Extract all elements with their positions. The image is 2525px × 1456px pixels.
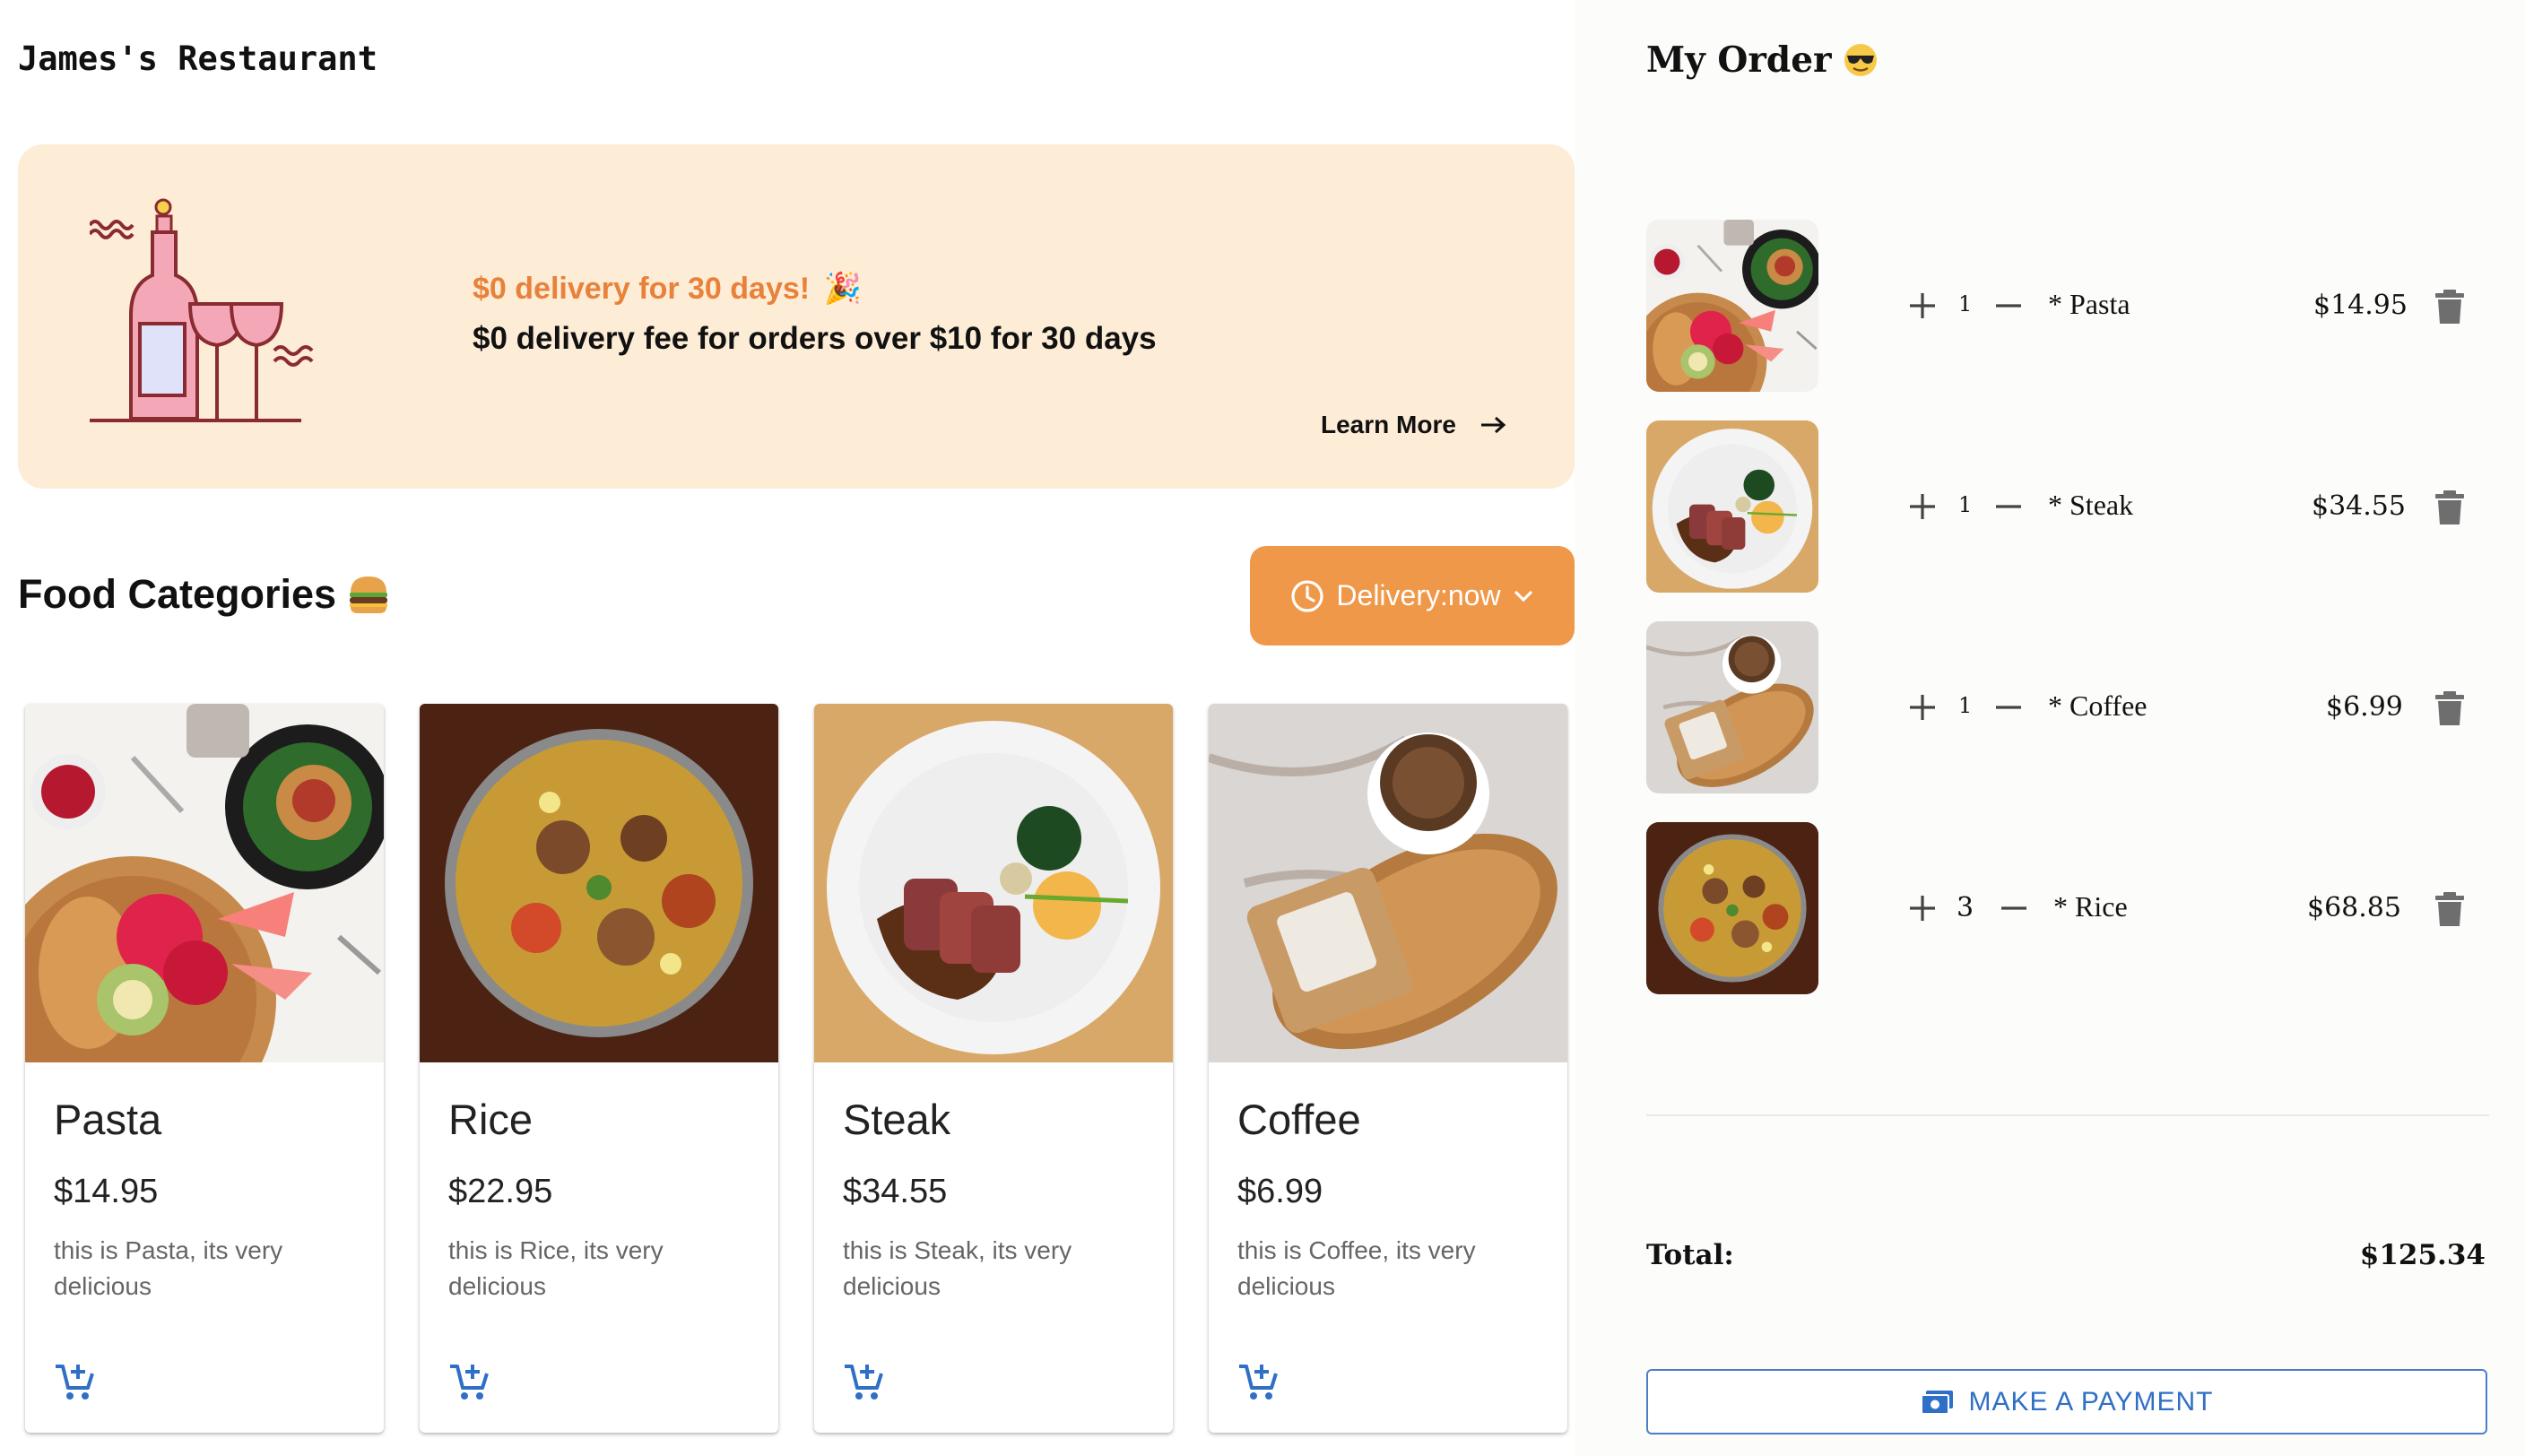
food-price: $6.99 [1237,1173,1323,1210]
pasta-image [25,704,384,1062]
coffee-thumbnail [1646,621,1818,793]
decrease-quantity-button[interactable] [1992,691,2025,724]
chevron-down-icon [1514,590,1532,602]
food-card-coffee[interactable]: Coffee $6.99 this is Coffee, its very de… [1209,704,1567,1433]
add-to-cart-icon[interactable] [448,1361,490,1402]
order-item-name: * Coffee [2048,689,2148,722]
promo-headline: $0 delivery for 30 days! 🎉 [473,271,862,307]
quantity-value: 1 [1958,693,1973,718]
add-to-cart-icon[interactable] [54,1361,95,1402]
order-title-label: My Order [1646,39,1832,81]
order-item-price: $6.99 [2326,691,2403,723]
delivery-time-button[interactable]: Delivery:now [1250,546,1575,646]
delete-item-icon[interactable] [2434,689,2466,727]
make-payment-label: MAKE A PAYMENT [1968,1386,2214,1417]
pasta-thumbnail [1646,220,1818,392]
order-item-price: $34.55 [2312,490,2406,522]
wine-illustration-icon [90,198,314,422]
order-item-name: * Rice [2053,890,2128,923]
order-item-steak: 1 * Steak $34.55 [1646,420,2489,593]
increase-quantity-button[interactable] [1906,490,1939,523]
total-label: Total: [1646,1239,1734,1271]
food-description: this is Coffee, its very delicious [1237,1236,1476,1300]
food-name: Coffee [1237,1096,1361,1143]
main-content: James's Restaurant $0 delivery for 30 da… [0,0,1575,1456]
increase-quantity-button[interactable] [1906,892,1939,924]
order-item-name: * Steak [2048,489,2134,521]
food-card-pasta[interactable]: Pasta $14.95 this is Pasta, its very del… [25,704,384,1433]
order-panel: My Order 1 * Pasta $14.95 1 * Steak $34.… [1575,0,2525,1456]
add-to-cart-icon[interactable] [1237,1361,1279,1402]
order-title: My Order [1646,39,1879,81]
order-divider [1646,1114,2489,1116]
order-item-pasta: 1 * Pasta $14.95 [1646,220,2489,392]
decrease-quantity-button[interactable] [1992,490,2025,523]
order-item-price: $68.85 [2307,892,2401,923]
quantity-value: 1 [1958,492,1973,517]
clock-icon [1291,579,1324,612]
coffee-image [1209,704,1567,1062]
delete-item-icon[interactable] [2434,890,2466,928]
sunglasses-face-icon [1844,44,1877,76]
food-price: $34.55 [843,1173,948,1210]
food-categories-title: Food Categories [18,571,390,618]
burger-icon [350,576,388,613]
order-item-price: $14.95 [2313,290,2408,321]
food-price: $14.95 [54,1173,159,1210]
order-item-name: * Pasta [2048,288,2130,320]
food-name: Pasta [54,1096,162,1143]
add-to-cart-icon[interactable] [843,1361,884,1402]
decrease-quantity-button[interactable] [1992,290,2025,322]
food-card-steak[interactable]: Steak $34.55 this is Steak, its very del… [814,704,1173,1433]
delete-item-icon[interactable] [2434,489,2466,526]
increase-quantity-button[interactable] [1906,290,1939,322]
restaurant-title: James's Restaurant [18,39,377,78]
food-price: $22.95 [448,1173,553,1210]
rice-thumbnail [1646,822,1818,994]
learn-more-label: Learn More [1321,411,1456,438]
rice-image [420,704,778,1062]
food-description: this is Rice, its very delicious [448,1236,664,1300]
steak-image [814,704,1173,1062]
decrease-quantity-button[interactable] [1998,892,2030,924]
steak-thumbnail [1646,420,1818,593]
quantity-value: 1 [1958,291,1973,316]
total-value: $125.34 [2359,1239,2486,1271]
quantity-value: 3 [1957,892,1974,923]
learn-more-link[interactable]: Learn More [1321,411,1506,439]
food-name: Steak [843,1096,951,1143]
payment-icon [1920,1390,1953,1415]
food-name: Rice [448,1096,534,1143]
party-popper-icon: 🎉 [823,272,862,306]
make-payment-button[interactable]: MAKE A PAYMENT [1646,1369,2487,1434]
delete-item-icon[interactable] [2434,288,2466,325]
promo-headline-text: $0 delivery for 30 days! [473,272,811,306]
promo-subline: $0 delivery fee for orders over $10 for … [473,321,1157,356]
food-card-rice[interactable]: Rice $22.95 this is Rice, its very delic… [420,704,778,1433]
promo-banner: $0 delivery for 30 days! 🎉 $0 delivery f… [18,144,1575,489]
food-description: this is Steak, its very delicious [843,1236,1072,1300]
order-item-coffee: 1 * Coffee $6.99 [1646,621,2489,793]
increase-quantity-button[interactable] [1906,691,1939,724]
arrow-right-icon [1480,416,1506,434]
delivery-time-label: Delivery:now [1336,579,1501,611]
food-categories-label: Food Categories [18,571,337,617]
food-description: this is Pasta, its very delicious [54,1236,283,1300]
order-item-rice: 3 * Rice $68.85 [1646,822,2489,994]
